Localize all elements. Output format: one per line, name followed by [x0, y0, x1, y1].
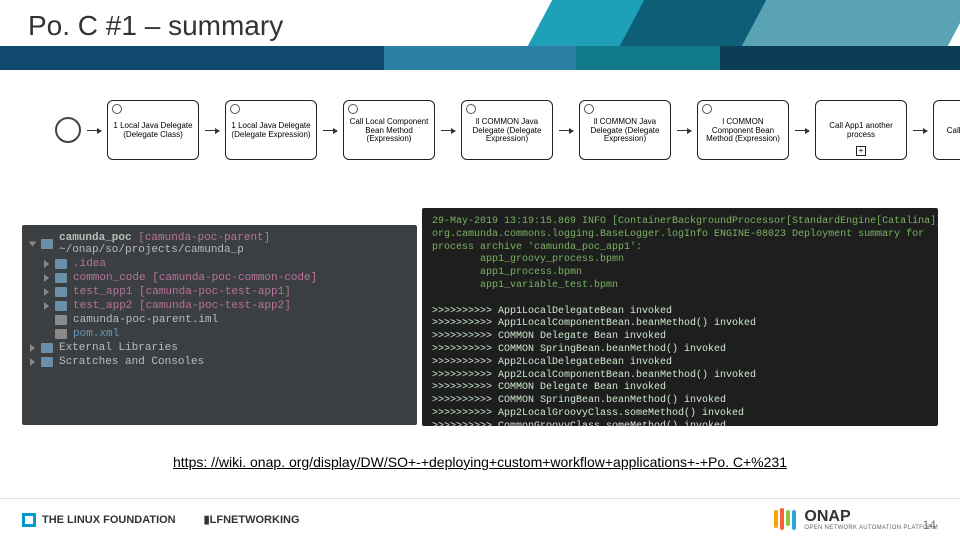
- file-icon: [55, 315, 67, 325]
- footer-logos: THE LINUX FOUNDATION ▮LFNETWORKING: [22, 513, 300, 527]
- console-output: 29-May-2019 13:19:15.869 INFO [Container…: [422, 208, 938, 426]
- bpmn-arrow-icon: [913, 130, 927, 131]
- gear-icon: [584, 104, 594, 114]
- tree-root-extra: [camunda-poc-parent]: [138, 232, 270, 244]
- bpmn-task-label: ll COMMON Java Delegate (Delegate Expres…: [584, 118, 666, 144]
- bpmn-arrow-icon: [205, 130, 219, 131]
- bpmn-arrow-icon: [559, 130, 573, 131]
- bpmn-diagram: 1 Local Java Delegate (Delegate Class) 1…: [55, 92, 925, 168]
- tree-root-name: camunda_poc: [59, 232, 132, 244]
- lfnetworking-logo: ▮LFNETWORKING: [204, 513, 300, 526]
- bpmn-task-label: Call App2 process: [947, 127, 960, 136]
- bpmn-call-activity: Call App2 process+: [933, 100, 960, 160]
- folder-icon: [41, 239, 53, 249]
- tree-item[interactable]: .idea: [30, 257, 409, 271]
- chevron-right-icon: [30, 358, 35, 366]
- bpmn-task: ll COMMON Java Delegate (Delegate Expres…: [579, 100, 671, 160]
- linux-foundation-logo: THE LINUX FOUNDATION: [22, 513, 176, 527]
- tree-item-label: .idea: [73, 258, 106, 270]
- bpmn-task: Call Local Component Bean Method (Expres…: [343, 100, 435, 160]
- tree-item[interactable]: camunda-poc-parent.iml: [30, 313, 409, 327]
- folder-icon: [55, 301, 67, 311]
- ide-project-tree: camunda_poc [camunda-poc-parent] ~/onap/…: [22, 225, 417, 425]
- onap-text: ONAP: [804, 509, 938, 525]
- bpmn-task: l COMMON Component Bean Method (Expressi…: [697, 100, 789, 160]
- gear-icon: [112, 104, 122, 114]
- tree-item[interactable]: pom.xml: [30, 327, 409, 341]
- scratches-icon: [41, 357, 53, 367]
- slide-title: Po. C #1 – summary: [28, 10, 283, 42]
- tree-item-label: pom.xml: [73, 328, 119, 340]
- bpmn-arrow-icon: [323, 130, 337, 131]
- tree-item[interactable]: test_app2 [camunda-poc-test-app2]: [30, 299, 409, 313]
- bpmn-task: 1 Local Java Delegate (Delegate Expressi…: [225, 100, 317, 160]
- bpmn-arrow-icon: [795, 130, 809, 131]
- chevron-right-icon: [44, 302, 49, 310]
- tree-item[interactable]: test_app1 [camunda-poc-test-app1]: [30, 285, 409, 299]
- tree-item-label: camunda-poc-parent.iml: [73, 314, 218, 326]
- lf-square-icon: [22, 513, 36, 527]
- onap-mark-icon: [774, 510, 796, 530]
- chevron-right-icon: [44, 260, 49, 268]
- folder-icon: [55, 287, 67, 297]
- bpmn-arrow-icon: [441, 130, 455, 131]
- chevron-right-icon: [44, 274, 49, 282]
- gear-icon: [466, 104, 476, 114]
- onap-logo: ONAP OPEN NETWORK AUTOMATION PLATFORM: [774, 509, 938, 531]
- onap-subtext: OPEN NETWORK AUTOMATION PLATFORM: [804, 525, 938, 531]
- gear-icon: [348, 104, 358, 114]
- bpmn-task: ll COMMON Java Delegate (Delegate Expres…: [461, 100, 553, 160]
- slide-footer: THE LINUX FOUNDATION ▮LFNETWORKING ONAP …: [0, 498, 960, 540]
- file-icon: [55, 329, 67, 339]
- header-band: [0, 46, 960, 70]
- bpmn-task-label: Call App1 another process: [820, 122, 902, 140]
- page-number: 14: [923, 518, 936, 532]
- bpmn-task: 1 Local Java Delegate (Delegate Class): [107, 100, 199, 160]
- tree-item-label: test_app1 [camunda-poc-test-app1]: [73, 286, 291, 298]
- chevron-down-icon: [29, 242, 37, 247]
- folder-icon: [55, 273, 67, 283]
- tree-item-label: test_app2 [camunda-poc-test-app2]: [73, 300, 291, 312]
- bpmn-arrow-icon: [677, 130, 691, 131]
- slide-header: Po. C #1 – summary: [0, 0, 960, 70]
- console-block-1: 29-May-2019 13:19:15.869 INFO [Container…: [432, 216, 938, 291]
- bpmn-start-icon: [55, 117, 81, 143]
- bpmn-task-label: l COMMON Component Bean Method (Expressi…: [702, 118, 784, 144]
- tree-item-label: External Libraries: [59, 342, 178, 354]
- reference-link-row: https: //wiki. onap. org/display/DW/SO+-…: [0, 454, 960, 470]
- tree-item[interactable]: Scratches and Consoles: [30, 355, 409, 369]
- bpmn-task-label: Call Local Component Bean Method (Expres…: [348, 118, 430, 144]
- tree-root[interactable]: camunda_poc [camunda-poc-parent] ~/onap/…: [30, 231, 409, 257]
- bpmn-task-label: 1 Local Java Delegate (Delegate Expressi…: [230, 122, 312, 140]
- tree-item[interactable]: External Libraries: [30, 341, 409, 355]
- tree-item-label: common_code [camunda-poc-common-code]: [73, 272, 317, 284]
- console-block-2: >>>>>>>>>> App1LocalDelegateBean invoked…: [432, 306, 756, 426]
- library-icon: [41, 343, 53, 353]
- chevron-right-icon: [44, 288, 49, 296]
- tree-item-label: Scratches and Consoles: [59, 356, 204, 368]
- lf-text: THE LINUX FOUNDATION: [42, 514, 176, 526]
- bpmn-arrow-icon: [87, 130, 101, 131]
- folder-icon: [55, 259, 67, 269]
- chevron-right-icon: [30, 344, 35, 352]
- tree-root-path: ~/onap/so/projects/camunda_p: [59, 244, 244, 256]
- gear-icon: [702, 104, 712, 114]
- bpmn-task-label: 1 Local Java Delegate (Delegate Class): [112, 122, 194, 140]
- bpmn-call-activity: Call App1 another process +: [815, 100, 907, 160]
- plus-icon: +: [856, 146, 866, 156]
- tree-item[interactable]: common_code [camunda-poc-common-code]: [30, 271, 409, 285]
- reference-link[interactable]: https: //wiki. onap. org/display/DW/SO+-…: [173, 454, 787, 470]
- bpmn-task-label: ll COMMON Java Delegate (Delegate Expres…: [466, 118, 548, 144]
- gear-icon: [230, 104, 240, 114]
